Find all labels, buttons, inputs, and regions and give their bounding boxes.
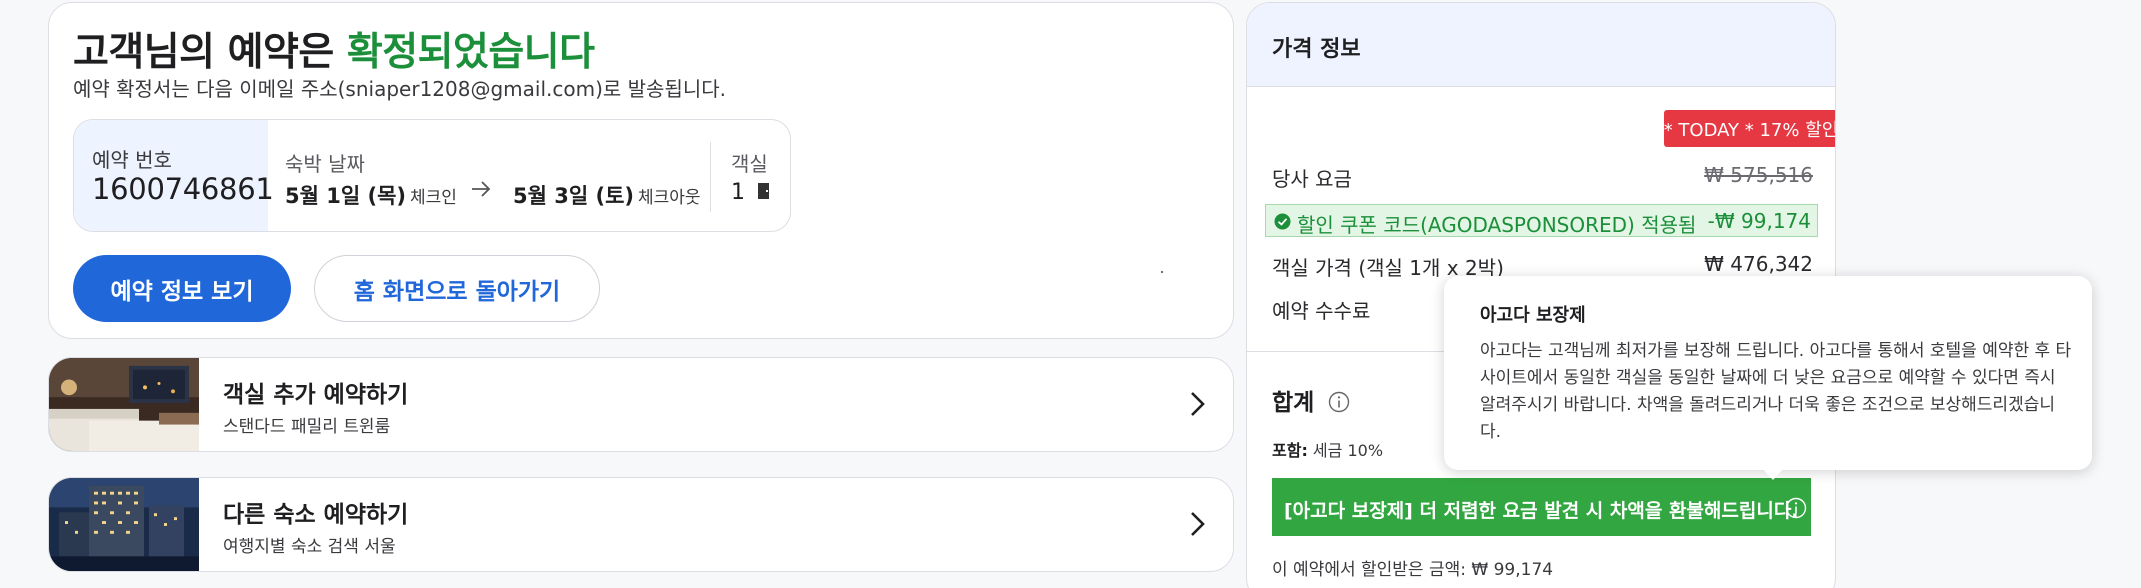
confirmation-card: 고객님의 예약은 확정되었습니다 예약 확정서는 다음 이메일 주소(sniap… bbox=[48, 2, 1234, 339]
divider bbox=[710, 142, 711, 212]
view-booking-button[interactable]: 예약 정보 보기 bbox=[73, 255, 291, 322]
checkout: 5월 3일 (토) 체크아웃 bbox=[513, 180, 701, 210]
checkout-label: 체크아웃 bbox=[638, 188, 701, 208]
checkin-date: 5월 1일 (목) bbox=[285, 184, 407, 208]
coupon-applied-row: 할인 쿠폰 코드(AGODASPONSORED) 적용됨 -₩ 99,174 bbox=[1265, 204, 1818, 237]
title-prefix: 고객님의 예약은 bbox=[73, 30, 347, 75]
city-night-thumbnail bbox=[49, 478, 199, 571]
booking-fee-label: 예약 수수료 bbox=[1272, 299, 1371, 323]
door-icon bbox=[758, 183, 769, 199]
info-icon[interactable] bbox=[1785, 497, 1807, 519]
other-property-title: 다른 숙소 예약하기 bbox=[223, 502, 409, 528]
guarantee-bracket: [아고다 보장제] bbox=[1284, 500, 1413, 522]
coupon-label: 할인 쿠폰 코드(AGODASPONSORED) 적용됨 bbox=[1297, 213, 1697, 237]
add-room-title: 객실 추가 예약하기 bbox=[223, 382, 409, 408]
room-price-value: ₩ 476,342 bbox=[1704, 252, 1813, 276]
total-label: 합계 bbox=[1272, 390, 1315, 416]
price-header-title: 가격 정보 bbox=[1272, 37, 1361, 62]
booking-summary: 예약 번호 1600746861 숙박 날짜 5월 1일 (목) 체크인 5월 3… bbox=[73, 119, 791, 232]
rooms-count: 1 bbox=[731, 180, 772, 205]
total-row: 합계 bbox=[1272, 383, 1350, 417]
our-rate-label: 당사 요금 bbox=[1272, 167, 1352, 191]
arrow-right-icon bbox=[470, 178, 492, 206]
chevron-right-icon[interactable] bbox=[1181, 388, 1213, 420]
other-property-card[interactable]: 다른 숙소 예약하기 여행지별 숙소 검색 서울 bbox=[48, 477, 1234, 572]
checkout-date: 5월 3일 (토) bbox=[513, 184, 635, 208]
tooltip-body: 아고다는 고객님께 최저가를 보장해 드립니다. 아고다를 통해서 호텔을 예약… bbox=[1480, 341, 2072, 442]
stay-date-label: 숙박 날짜 bbox=[285, 152, 365, 176]
tooltip-title: 아고다 보장제 bbox=[1480, 305, 1586, 326]
price-guarantee-banner[interactable]: [아고다 보장제] 더 저렴한 요금 발견 시 차액을 환불해드립니다. bbox=[1272, 478, 1811, 536]
title-highlight: 확정되었습니다 bbox=[346, 30, 595, 75]
includes-label: 포함: bbox=[1272, 441, 1308, 460]
checkin-label: 체크인 bbox=[410, 188, 457, 208]
coupon-value: -₩ 99,174 bbox=[1707, 209, 1811, 233]
saved-label: 이 예약에서 할인받은 금액: bbox=[1272, 560, 1466, 580]
rooms-value: 1 bbox=[731, 180, 745, 205]
promo-badge: * TODAY * 17% 할인 bbox=[1664, 110, 1835, 147]
add-room-subtitle: 스탠다드 패밀리 트윈룸 bbox=[223, 417, 391, 437]
booking-number-block: 예약 번호 1600746861 bbox=[74, 120, 274, 231]
info-icon[interactable] bbox=[1328, 391, 1350, 413]
tooltip-pointer bbox=[1762, 468, 1784, 480]
check-circle-icon bbox=[1274, 213, 1291, 230]
booking-number-label: 예약 번호 bbox=[92, 148, 172, 172]
chevron-right-icon[interactable] bbox=[1181, 508, 1213, 540]
other-property-subtitle: 여행지별 숙소 검색 서울 bbox=[223, 537, 396, 557]
price-guarantee-tooltip: 아고다 보장제 아고다는 고객님께 최저가를 보장해 드립니다. 아고다를 통해… bbox=[1444, 276, 2092, 480]
saved-value: ₩ 99,174 bbox=[1465, 560, 1554, 580]
home-button[interactable]: 홈 화면으로 돌아가기 bbox=[314, 255, 600, 322]
email-notice: 예약 확정서는 다음 이메일 주소(sniaper1208@gmail.com)… bbox=[73, 77, 726, 101]
our-rate-row: 당사 요금 ₩ 575,516 bbox=[1272, 163, 1813, 192]
includes-value: 세금 10% bbox=[1307, 441, 1384, 460]
price-header: 가격 정보 bbox=[1247, 3, 1835, 87]
guarantee-message: 더 저렴한 요금 발견 시 차액을 환불해드립니다. bbox=[1412, 500, 1799, 522]
tax-included: 포함: 세금 10% bbox=[1272, 437, 1383, 461]
dot bbox=[1161, 271, 1163, 273]
add-room-card[interactable]: 객실 추가 예약하기 스탠다드 패밀리 트윈룸 bbox=[48, 357, 1234, 452]
rooms-label: 객실 bbox=[731, 152, 768, 176]
guarantee-text: [아고다 보장제] 더 저렴한 요금 발견 시 차액을 환불해드립니다. bbox=[1284, 496, 1799, 523]
discount-saved: 이 예약에서 할인받은 금액: ₩ 99,174 bbox=[1272, 555, 1553, 580]
our-rate-value: ₩ 575,516 bbox=[1704, 163, 1813, 187]
hotel-room-thumbnail bbox=[49, 358, 199, 451]
booking-number: 1600746861 bbox=[92, 172, 274, 206]
confirmation-title: 고객님의 예약은 확정되었습니다 bbox=[73, 21, 595, 77]
checkin: 5월 1일 (목) 체크인 bbox=[285, 180, 457, 210]
